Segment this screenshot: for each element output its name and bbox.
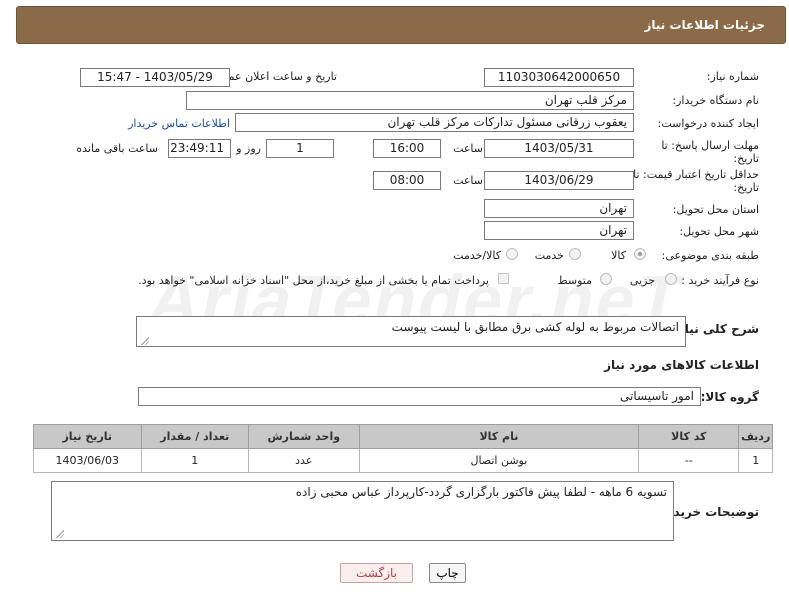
cell-need-date: 1403/06/03 xyxy=(33,448,142,473)
delivery-province-label: استان محل تحویل: xyxy=(672,203,759,216)
cell-item-name: بوشن اتصال xyxy=(358,448,640,473)
reply-deadline-label: مهلت ارسال پاسخ: تا xyxy=(661,139,759,152)
cell-quantity: 1 xyxy=(140,448,249,473)
delivery-province-field: تهران xyxy=(484,199,634,218)
remaining-time-label: ساعت باقی مانده xyxy=(76,142,158,155)
announce-datetime-field: 1403/05/29 - 15:47 xyxy=(80,68,230,87)
print-button[interactable]: چاپ xyxy=(429,563,466,583)
treasury-payment-checkbox[interactable] xyxy=(498,273,509,284)
col-need-date: تاریخ نیاز xyxy=(33,424,142,449)
subject-goods-service-label: کالا/خدمت xyxy=(453,249,501,262)
subject-goods-service-radio[interactable] xyxy=(506,248,518,260)
page-header: جزئیات اطلاعات نیاز xyxy=(16,6,786,44)
buyer-contact-link[interactable]: اطلاعات تماس خریدار xyxy=(128,117,230,130)
requester-field: یعقوب زرقانی مسئول تدارکات مرکز قلب تهرا… xyxy=(235,113,634,132)
price-validity-date-field: 1403/06/29 xyxy=(484,171,634,190)
remaining-days-field: 1 xyxy=(266,139,334,158)
remaining-days-label: روز و xyxy=(236,142,261,155)
reply-deadline-label-date: تاریخ: xyxy=(733,152,759,165)
col-unit: واحد شمارش xyxy=(247,424,360,449)
delivery-city-label: شهر محل تحویل: xyxy=(679,225,759,238)
purchase-minor-radio[interactable] xyxy=(665,273,677,285)
goods-section-title: اطلاعات کالاهای مورد نیاز xyxy=(604,358,759,372)
purchase-type-label: نوع فرآیند خرید : xyxy=(681,274,759,287)
col-item-name: نام کالا xyxy=(358,424,640,449)
purchase-medium-radio[interactable] xyxy=(600,273,612,285)
buyer-org-label: نام دستگاه خریدار: xyxy=(672,94,759,107)
delivery-city-field: تهران xyxy=(484,221,634,240)
cell-row: 1 xyxy=(738,448,773,473)
need-number-label: شماره نیاز: xyxy=(706,70,759,83)
purchase-minor-label: جزیی xyxy=(629,274,655,287)
subject-class-label: طبقه بندی موضوعی: xyxy=(661,249,759,262)
items-table-header: ردیف کد کالا نام کالا واحد شمارش تعداد /… xyxy=(33,424,773,449)
price-validity-label: حداقل تاریخ اعتبار قیمت: تا xyxy=(633,168,759,181)
requester-label: ایجاد کننده درخواست: xyxy=(657,117,759,130)
subject-goods-label: کالا xyxy=(611,249,626,262)
reply-deadline-time-label: ساعت xyxy=(453,142,483,155)
buyer-org-field: مرکز قلب تهران xyxy=(186,91,634,110)
table-row: 1 -- بوشن اتصال عدد 1 1403/06/03 xyxy=(33,448,773,473)
cell-item-code: -- xyxy=(638,448,740,473)
col-quantity: تعداد / مقدار xyxy=(140,424,249,449)
subject-service-label: خدمت xyxy=(534,249,564,262)
buyer-notes-field[interactable]: تسویه 6 ماهه - لطفا پیش فاکتور بارگزاری … xyxy=(51,481,674,541)
price-validity-time-field: 08:00 xyxy=(373,171,441,190)
description-field[interactable]: اتصالات مربوط به لوله کشی برق مطابق با ل… xyxy=(136,316,686,347)
goods-group-label: گروه کالا: xyxy=(700,390,759,404)
need-number-field: 1103030642000650 xyxy=(484,68,634,87)
col-item-code: کد کالا xyxy=(638,424,740,449)
page-title: جزئیات اطلاعات نیاز xyxy=(644,18,765,32)
subject-goods-radio[interactable] xyxy=(634,248,646,260)
items-table: ردیف کد کالا نام کالا واحد شمارش تعداد /… xyxy=(33,424,773,473)
price-validity-time-label: ساعت xyxy=(453,174,483,187)
col-row: ردیف xyxy=(738,424,773,449)
description-resize-grip[interactable] xyxy=(141,337,149,345)
subject-service-radio[interactable] xyxy=(569,248,581,260)
back-button[interactable]: بازگشت xyxy=(340,563,413,583)
purchase-medium-label: متوسط xyxy=(557,274,592,287)
goods-group-field: امور تاسیساتی xyxy=(138,387,701,406)
price-validity-label-date: تاریخ: xyxy=(733,181,759,194)
reply-deadline-time-field: 16:00 xyxy=(373,139,441,158)
remaining-time-field: 23:49:11 xyxy=(168,139,231,158)
treasury-payment-note: پرداخت تمام یا بخشی از مبلغ خرید،از محل … xyxy=(138,274,489,287)
reply-deadline-date-field: 1403/05/31 xyxy=(484,139,634,158)
cell-unit: عدد xyxy=(247,448,360,473)
buyer-notes-resize-grip[interactable] xyxy=(56,530,64,538)
